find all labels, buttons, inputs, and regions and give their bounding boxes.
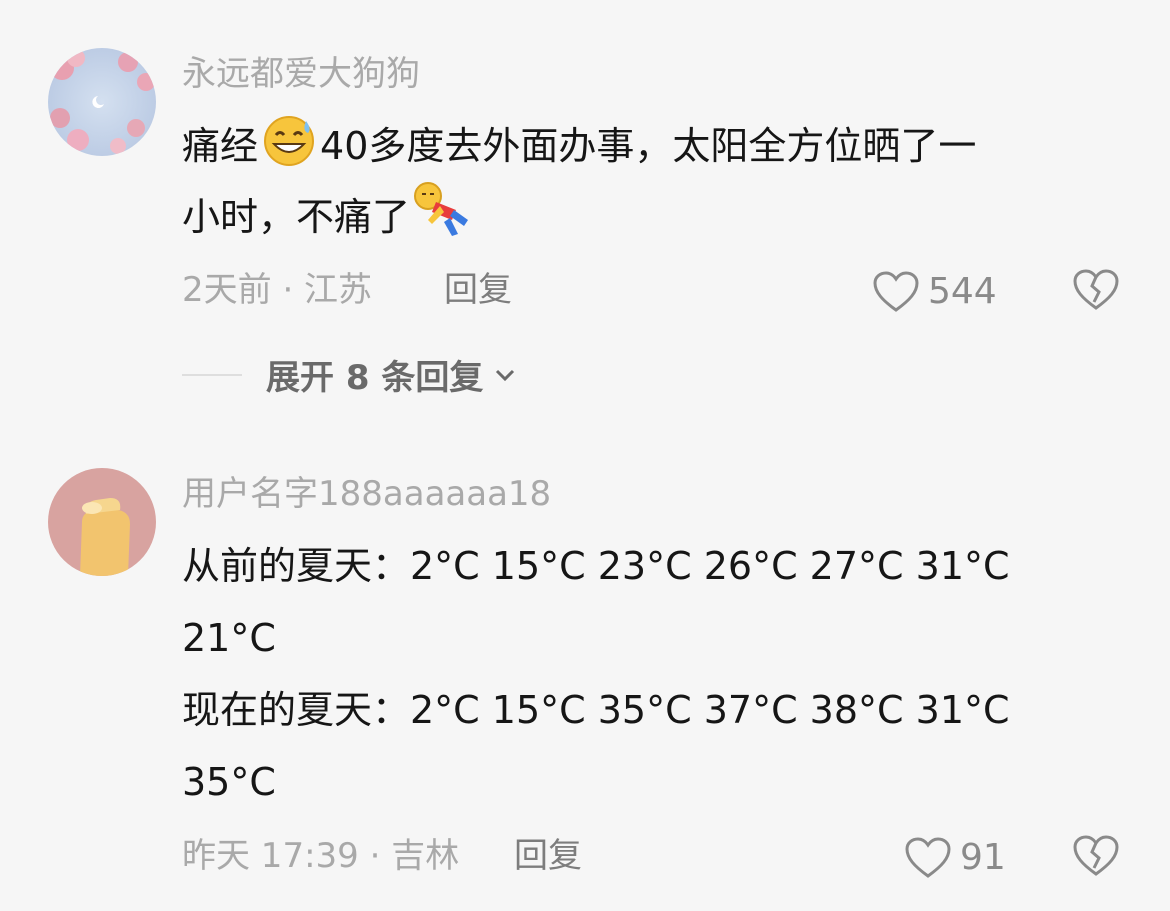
username[interactable]: 永远都爱大狗狗 xyxy=(182,54,420,94)
dislike-button[interactable] xyxy=(1072,834,1120,882)
grin-sweat-emoji-icon xyxy=(264,116,315,166)
comment-meta: 昨天 17:39 · 吉林 xyxy=(182,836,460,876)
broken-heart-icon xyxy=(1073,269,1119,310)
expand-replies-label: 展开 8 条回复 xyxy=(266,358,484,398)
heart-icon xyxy=(873,271,919,312)
expand-replies-button[interactable]: 展开 8 条回复 xyxy=(182,350,519,399)
like-button[interactable]: 91 xyxy=(904,836,1006,880)
text-segment: 40多度去外面办事，太阳全方位晒了一 xyxy=(320,124,977,168)
comment-meta: 2天前 · 江苏 xyxy=(182,270,373,310)
comment-text: 从前的夏天：2°C 15°C 23°C 26°C 27°C 31°C 21°C … xyxy=(182,530,1112,818)
like-button[interactable]: 544 xyxy=(872,270,997,314)
text-segment: 小时，不痛了 xyxy=(182,195,411,239)
heart-icon xyxy=(905,837,951,878)
avatar[interactable] xyxy=(48,468,156,576)
text-segment: 痛经 xyxy=(182,124,259,168)
like-count: 91 xyxy=(960,837,1006,878)
comment-line: 21°C xyxy=(182,616,276,660)
comment-line: 从前的夏天：2°C 15°C 23°C 26°C 27°C 31°C xyxy=(182,544,1010,588)
like-count: 544 xyxy=(928,271,997,312)
comment-line: 35°C xyxy=(182,760,276,804)
reply-button[interactable]: 回复 xyxy=(444,270,512,310)
broken-heart-icon xyxy=(1073,835,1119,876)
dislike-button[interactable] xyxy=(1072,268,1120,316)
comment-line: 痛经 40多度去外面办事，太阳全方位晒了一 xyxy=(182,112,1112,180)
comment-text: 痛经 40多度去外面办事，太阳全方位晒了一 小时，不痛了 xyxy=(182,112,1112,251)
lying-person-emoji-icon xyxy=(414,182,469,236)
username[interactable]: 用户名字188aaaaaa18 xyxy=(182,474,551,514)
avatar-image xyxy=(48,48,156,156)
avatar[interactable] xyxy=(48,48,156,156)
divider xyxy=(182,373,242,376)
reply-button[interactable]: 回复 xyxy=(514,836,582,876)
avatar-image xyxy=(48,468,156,576)
comment-line: 现在的夏天：2°C 15°C 35°C 37°C 38°C 31°C xyxy=(182,688,1010,732)
comment-line: 小时，不痛了 xyxy=(182,180,1112,251)
chevron-down-icon xyxy=(496,369,515,381)
